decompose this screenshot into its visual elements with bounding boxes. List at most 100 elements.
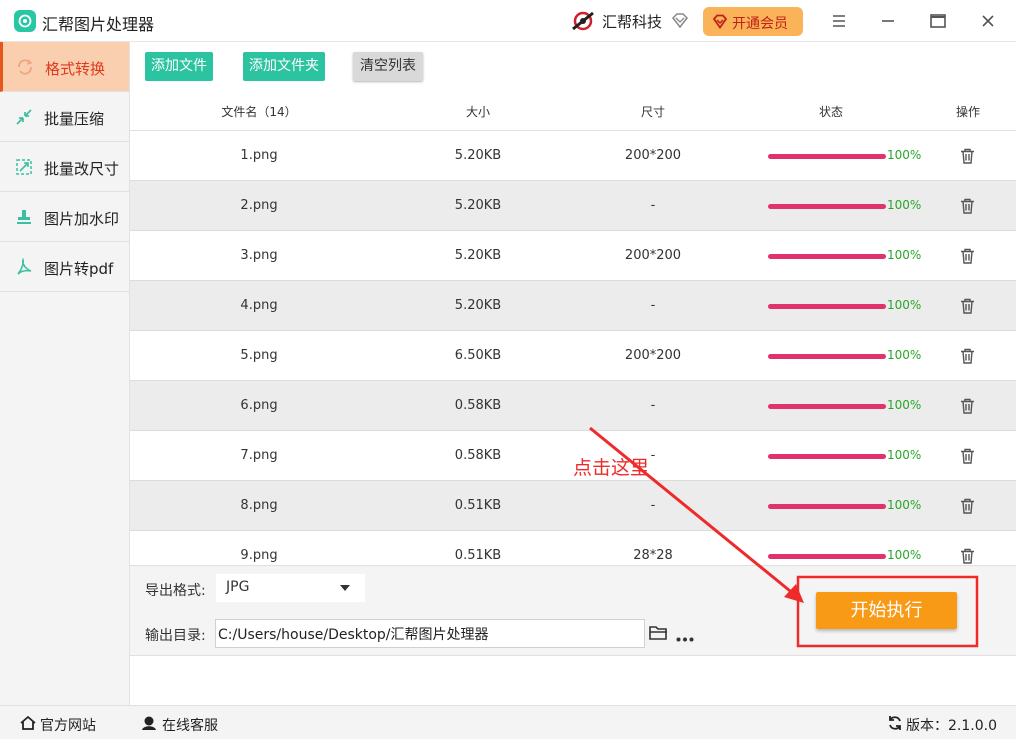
progress-bar	[768, 254, 886, 259]
file-size: 0.51KB	[454, 498, 502, 513]
official-website-link[interactable]: 官方网站	[40, 715, 96, 735]
table-row: 3.png 5.20KB 200*200 100%	[130, 231, 1016, 281]
header-action: 操作	[955, 105, 980, 119]
file-name: 4.png	[240, 298, 278, 313]
vip-label: 开通会员	[732, 16, 788, 32]
table-row: 6.png 0.58KB - 100%	[130, 381, 1016, 431]
progress-percent: 100%	[887, 148, 922, 162]
table-row: 9.png 0.51KB 28*28 100%	[130, 531, 1016, 565]
file-size: 5.20KB	[454, 248, 502, 263]
progress-fill	[768, 404, 886, 409]
file-size: 6.50KB	[454, 348, 502, 363]
progress-percent: 100%	[887, 298, 922, 312]
header-dimensions: 尺寸	[640, 105, 665, 119]
brand-name: 汇帮科技	[602, 13, 663, 31]
progress-percent: 100%	[887, 498, 922, 512]
progress-fill	[768, 454, 886, 459]
add-file-button[interactable]: 添加文件	[145, 52, 213, 81]
trash-icon[interactable]	[960, 448, 975, 464]
version-label: 版本：2.1.0.0	[906, 718, 997, 734]
export-format-label: 导出格式:	[145, 583, 206, 599]
output-dir-input[interactable]	[215, 619, 645, 648]
file-size: 0.58KB	[454, 448, 502, 463]
trash-icon[interactable]	[960, 198, 975, 214]
menu-icon[interactable]	[828, 10, 850, 32]
table-header: 文件名（14） 大小 尺寸 状态 操作	[130, 91, 1016, 131]
resize-icon	[14, 157, 34, 177]
close-icon[interactable]	[977, 10, 999, 32]
file-dimensions: -	[650, 298, 656, 313]
progress-bar	[768, 154, 886, 159]
file-size: 0.58KB	[454, 398, 502, 413]
folder-icon[interactable]	[649, 625, 668, 641]
progress-bar	[768, 354, 886, 359]
trash-icon[interactable]	[960, 548, 975, 564]
refresh-icon[interactable]	[887, 715, 903, 731]
progress-bar	[768, 404, 886, 409]
progress-bar	[768, 504, 886, 509]
progress-percent: 100%	[887, 398, 922, 412]
compress-icon	[14, 107, 34, 127]
progress-bar	[768, 554, 886, 559]
table-row: 4.png 5.20KB - 100%	[130, 281, 1016, 331]
progress-fill	[768, 554, 886, 559]
trash-icon[interactable]	[960, 498, 975, 514]
add-folder-button[interactable]: 添加文件夹	[243, 52, 325, 81]
more-icon[interactable]	[676, 631, 694, 642]
progress-fill	[768, 354, 886, 359]
progress-fill	[768, 254, 886, 259]
export-format-select[interactable]: JPG	[216, 574, 365, 602]
sidebar-item-batch-resize[interactable]: 批量改尺寸	[0, 142, 129, 192]
file-name: 1.png	[240, 148, 278, 163]
trash-icon[interactable]	[960, 398, 975, 414]
file-dimensions: 200*200	[624, 248, 682, 263]
header-filename: 文件名（14）	[221, 105, 297, 119]
online-support-link[interactable]: 在线客服	[162, 715, 218, 735]
maximize-icon[interactable]	[927, 10, 949, 32]
convert-icon	[15, 57, 35, 77]
trash-icon[interactable]	[960, 348, 975, 364]
file-dimensions: -	[650, 448, 656, 463]
file-size: 5.20KB	[454, 148, 502, 163]
sidebar-item-watermark[interactable]: 图片加水印	[0, 192, 129, 242]
file-size: 0.51KB	[454, 548, 502, 563]
file-name: 2.png	[240, 198, 278, 213]
file-name: 6.png	[240, 398, 278, 413]
chevron-down-icon	[340, 585, 350, 591]
progress-percent: 100%	[887, 548, 922, 562]
support-icon	[142, 716, 156, 730]
file-dimensions: 200*200	[624, 348, 682, 363]
trash-icon[interactable]	[960, 148, 975, 164]
file-dimensions: -	[650, 398, 656, 413]
start-button[interactable]: 开始执行	[816, 592, 957, 629]
file-name: 8.png	[240, 498, 278, 513]
sidebar-item-format-convert[interactable]: 格式转换	[0, 42, 129, 92]
home-icon	[20, 715, 36, 730]
file-name: 7.png	[240, 448, 278, 463]
file-size: 5.20KB	[454, 198, 502, 213]
file-table: 文件名（14） 大小 尺寸 状态 操作 1.png 5.20KB 200*200 10…	[130, 91, 1016, 565]
progress-bar	[768, 204, 886, 209]
progress-bar	[768, 304, 886, 309]
table-row: 7.png 0.58KB - 100%	[130, 431, 1016, 481]
progress-fill	[768, 204, 886, 209]
diamond-icon[interactable]	[670, 11, 690, 31]
progress-percent: 100%	[887, 248, 922, 262]
vip-button[interactable]: 开通会员	[703, 7, 803, 36]
app-logo-icon	[14, 10, 36, 32]
clear-list-button[interactable]: 清空列表	[353, 52, 423, 81]
sidebar-item-image-to-pdf[interactable]: 图片转pdf	[0, 242, 129, 292]
status-bar: 官方网站 在线客服 版本：2.1.0.0	[0, 705, 1016, 739]
file-dimensions: 28*28	[633, 548, 673, 563]
sidebar-item-label: 图片加水印	[44, 210, 120, 228]
minimize-icon[interactable]	[877, 10, 899, 32]
table-row: 5.png 6.50KB 200*200 100%	[130, 331, 1016, 381]
table-row: 2.png 5.20KB - 100%	[130, 181, 1016, 231]
sidebar: 格式转换 批量压缩 批量改尺寸 图片加水印 图片转pdf	[0, 42, 130, 705]
sidebar-item-batch-compress[interactable]: 批量压缩	[0, 92, 129, 142]
trash-icon[interactable]	[960, 298, 975, 314]
title-bar: 汇帮图片处理器 汇帮科技 开通会员	[0, 0, 1016, 42]
sidebar-item-label: 批量改尺寸	[44, 160, 120, 178]
trash-icon[interactable]	[960, 248, 975, 264]
progress-percent: 100%	[887, 448, 922, 462]
